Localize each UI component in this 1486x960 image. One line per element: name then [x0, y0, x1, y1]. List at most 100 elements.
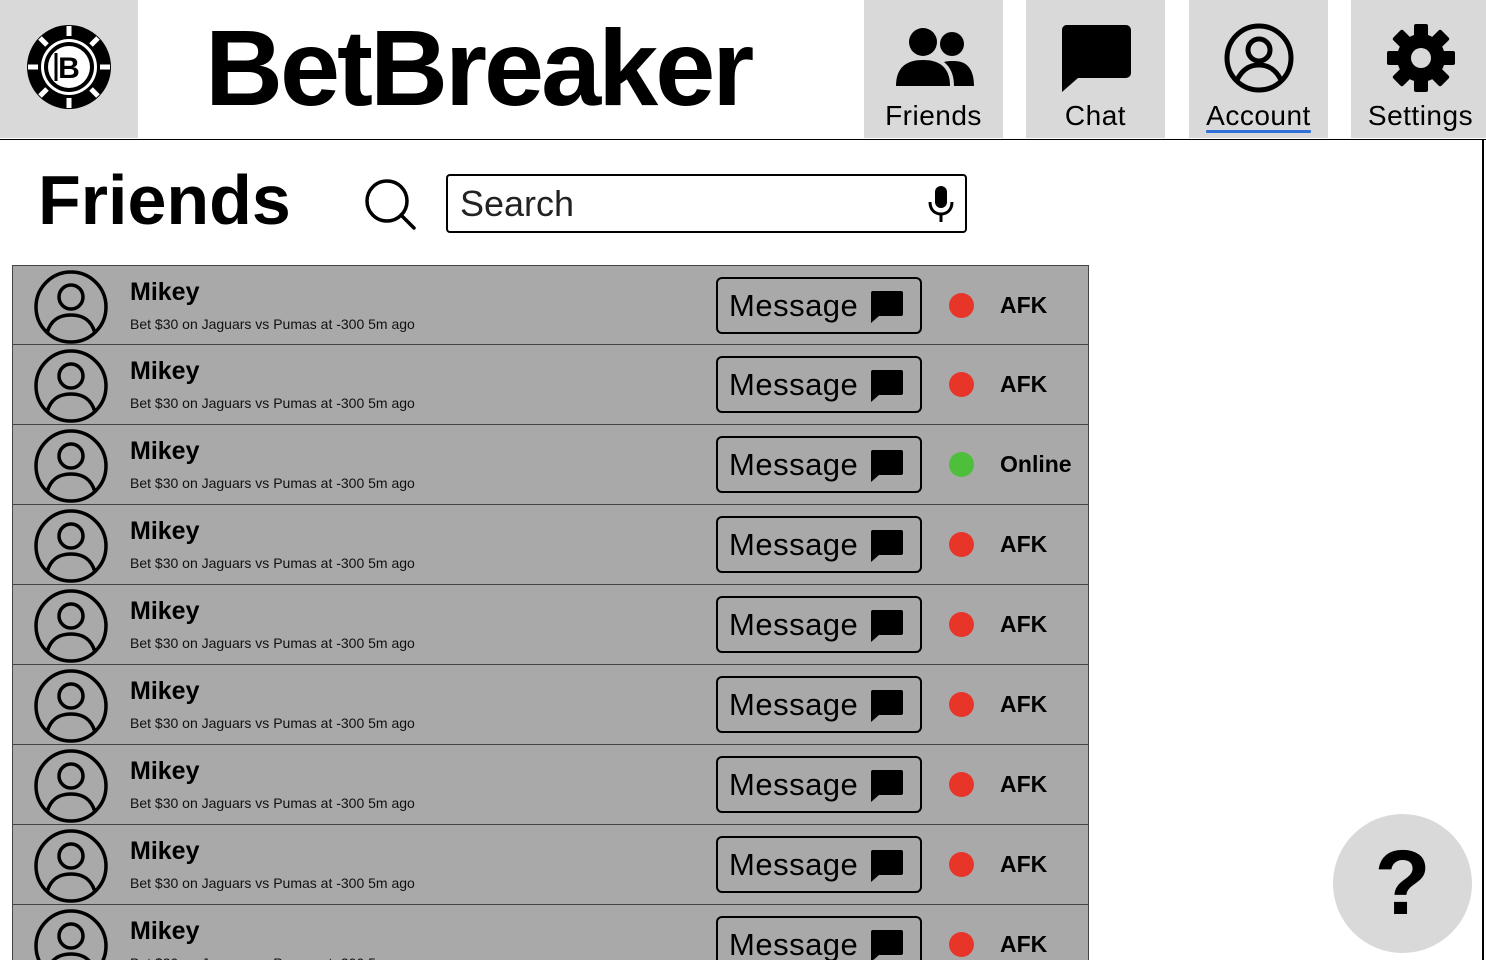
avatar-icon[interactable]: [33, 908, 109, 960]
friend-activity: Bet $30 on Jaguars vs Pumas at -300 5m a…: [130, 316, 415, 332]
friend-name: Mikey: [130, 837, 200, 865]
brand-title: BetBreaker: [205, 7, 754, 128]
nav-settings-button[interactable]: Settings: [1351, 0, 1486, 138]
status-label: AFK: [1000, 611, 1048, 637]
nav-settings-label: Settings: [1367, 100, 1474, 131]
chat-icon: [870, 529, 904, 568]
nav-account-button[interactable]: Account: [1189, 0, 1328, 138]
poker-chip-icon: B: [26, 24, 112, 115]
chat-icon: [870, 849, 904, 888]
avatar-icon[interactable]: [33, 508, 109, 584]
message-button[interactable]: Message: [716, 676, 922, 733]
friend-row: Mikey Bet $30 on Jaguars vs Pumas at -30…: [12, 345, 1089, 425]
message-button-label: Message: [729, 606, 859, 642]
status-dot: [949, 772, 974, 797]
status-label: AFK: [1000, 371, 1048, 397]
status-dot: [949, 852, 974, 877]
divider: [1482, 140, 1484, 960]
status-dot: [949, 932, 974, 957]
nav-friends-label: Friends: [885, 100, 982, 131]
nav-account-label: Account: [1206, 100, 1311, 131]
friend-row: Mikey Bet $30 on Jaguars vs Pumas at -30…: [12, 825, 1089, 905]
help-button[interactable]: ?: [1333, 814, 1472, 953]
page-title: Friends: [38, 161, 291, 239]
friend-activity: Bet $30 on Jaguars vs Pumas at -300 5m a…: [130, 635, 415, 651]
chat-icon: [870, 369, 904, 408]
status-dot: [949, 612, 974, 637]
friend-row: Mikey Bet $30 on Jaguars vs Pumas at -30…: [12, 505, 1089, 585]
avatar-icon[interactable]: [33, 588, 109, 664]
microphone-icon[interactable]: [927, 185, 955, 228]
status-dot: [949, 452, 974, 477]
message-button-label: Message: [729, 846, 859, 882]
friend-activity: Bet $30 on Jaguars vs Pumas at -300 5m a…: [130, 795, 415, 811]
friend-row: Mikey Bet $30 on Jaguars vs Pumas at -30…: [12, 745, 1089, 825]
friend-name: Mikey: [130, 278, 200, 306]
status-label: AFK: [1000, 292, 1048, 318]
search-icon[interactable]: [362, 176, 418, 237]
chat-icon: [870, 929, 904, 960]
friend-activity: Bet $30 on Jaguars vs Pumas at -300 5m a…: [130, 715, 415, 731]
friends-list: Mikey Bet $30 on Jaguars vs Pumas at -30…: [12, 265, 1089, 960]
search-box: [446, 174, 967, 233]
status-dot: [949, 293, 974, 318]
friend-activity: Bet $30 on Jaguars vs Pumas at -300 5m a…: [130, 555, 415, 571]
nav-chat-button[interactable]: Chat: [1026, 0, 1165, 138]
message-button[interactable]: Message: [716, 356, 922, 413]
friend-row: Mikey Bet $30 on Jaguars vs Pumas at -30…: [12, 665, 1089, 745]
status-label: AFK: [1000, 851, 1048, 877]
message-button-label: Message: [729, 446, 859, 482]
app-header: B BetBreaker Friends Chat Account Settin…: [0, 0, 1486, 140]
status-label: AFK: [1000, 691, 1048, 717]
avatar-icon[interactable]: [33, 748, 109, 824]
status-dot: [949, 692, 974, 717]
nav-chat-label: Chat: [1064, 100, 1127, 131]
friend-row: Mikey Bet $30 on Jaguars vs Pumas at -30…: [12, 905, 1089, 960]
nav-friends-button[interactable]: Friends: [864, 0, 1003, 138]
chat-icon: [870, 609, 904, 648]
chat-icon: [870, 449, 904, 488]
friend-name: Mikey: [130, 357, 200, 385]
chat-icon: [870, 769, 904, 808]
account-icon: [1223, 22, 1295, 94]
message-button-label: Message: [729, 766, 859, 802]
message-button[interactable]: Message: [716, 916, 922, 960]
logo[interactable]: B: [0, 0, 138, 138]
status-label: AFK: [1000, 771, 1048, 797]
friend-name: Mikey: [130, 917, 200, 945]
friend-name: Mikey: [130, 437, 200, 465]
status-label: AFK: [1000, 931, 1048, 957]
message-button-label: Message: [729, 926, 859, 960]
avatar-icon[interactable]: [33, 428, 109, 504]
friend-name: Mikey: [130, 757, 200, 785]
avatar-icon[interactable]: [33, 269, 109, 345]
friend-row: Mikey Bet $30 on Jaguars vs Pumas at -30…: [12, 265, 1089, 345]
message-button[interactable]: Message: [716, 596, 922, 653]
message-button-label: Message: [729, 287, 859, 323]
avatar-icon[interactable]: [33, 828, 109, 904]
chat-icon: [870, 290, 904, 329]
friend-row: Mikey Bet $30 on Jaguars vs Pumas at -30…: [12, 425, 1089, 505]
message-button[interactable]: Message: [716, 277, 922, 334]
message-button[interactable]: Message: [716, 836, 922, 893]
search-input[interactable]: [460, 182, 920, 226]
friends-icon: [892, 22, 976, 94]
message-button-label: Message: [729, 686, 859, 722]
message-button-label: Message: [729, 526, 859, 562]
status-label: Online: [1000, 451, 1072, 477]
avatar-icon[interactable]: [33, 668, 109, 744]
status-label: AFK: [1000, 531, 1048, 557]
avatar-icon[interactable]: [33, 348, 109, 424]
friend-row: Mikey Bet $30 on Jaguars vs Pumas at -30…: [12, 585, 1089, 665]
friend-activity: Bet $30 on Jaguars vs Pumas at -300 5m a…: [130, 395, 415, 411]
friend-name: Mikey: [130, 677, 200, 705]
message-button[interactable]: Message: [716, 756, 922, 813]
message-button[interactable]: Message: [716, 516, 922, 573]
friend-name: Mikey: [130, 517, 200, 545]
friend-name: Mikey: [130, 597, 200, 625]
friend-activity: Bet $30 on Jaguars vs Pumas at -300 5m a…: [130, 475, 415, 491]
message-button[interactable]: Message: [716, 436, 922, 493]
chat-icon: [1060, 22, 1132, 94]
friend-activity: Bet $30 on Jaguars vs Pumas at -300 5m a…: [130, 955, 415, 960]
friend-activity: Bet $30 on Jaguars vs Pumas at -300 5m a…: [130, 875, 415, 891]
